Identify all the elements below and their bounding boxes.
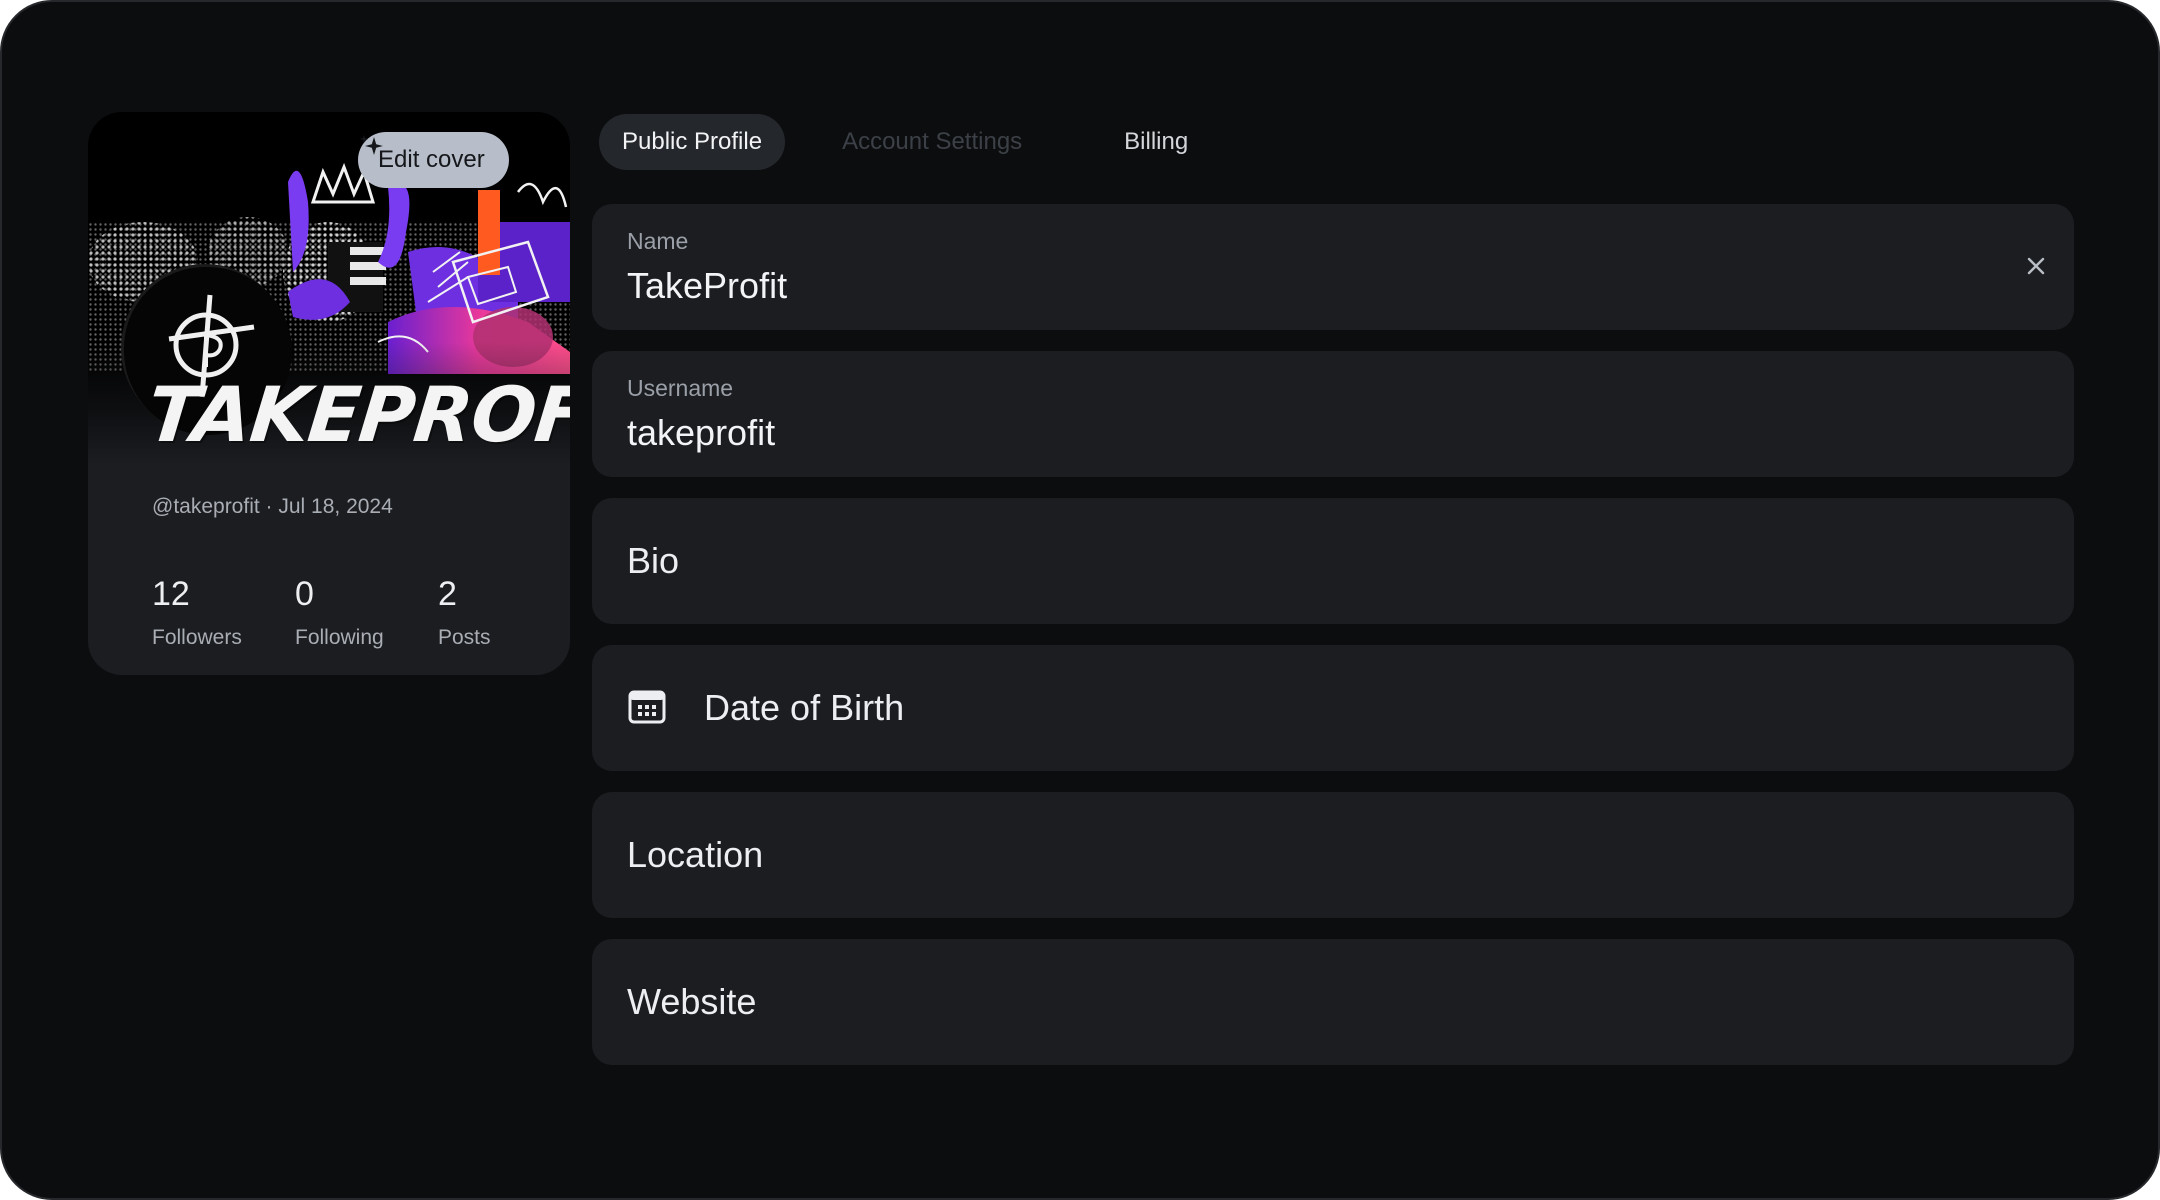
app-window: TAKEPROFIT Edit cover @takeprofit · Jul … bbox=[0, 0, 2160, 1200]
sparkle-icon bbox=[360, 135, 383, 155]
profile-card: TAKEPROFIT Edit cover @takeprofit · Jul … bbox=[88, 112, 570, 675]
name-field-label: Name bbox=[627, 228, 689, 254]
edit-cover-button[interactable]: Edit cover bbox=[358, 132, 509, 188]
stat-label: Following bbox=[295, 626, 384, 649]
username-field-label: Username bbox=[627, 375, 734, 401]
profile-stats: 12 Followers 0 Following 2 Posts bbox=[152, 577, 570, 650]
stat-posts[interactable]: 2 Posts bbox=[438, 577, 570, 650]
date-of-birth-placeholder: Date of Birth bbox=[704, 687, 905, 728]
username-field-value[interactable]: takeprofit bbox=[627, 412, 775, 454]
stat-value: 12 bbox=[152, 575, 190, 613]
handle-and-join-date: @takeprofit · Jul 18, 2024 bbox=[152, 495, 393, 518]
stat-value: 2 bbox=[438, 575, 457, 613]
stat-following[interactable]: 0 Following bbox=[295, 577, 438, 650]
location-placeholder: Location bbox=[627, 834, 764, 875]
tab-account-settings[interactable]: Account Settings bbox=[819, 114, 1045, 170]
website-placeholder: Website bbox=[627, 981, 757, 1022]
stat-followers[interactable]: 12 Followers bbox=[152, 577, 295, 650]
location-field[interactable]: Location bbox=[592, 792, 2074, 918]
calendar-icon bbox=[628, 690, 666, 724]
stat-label: Posts bbox=[438, 626, 491, 649]
tab-billing[interactable]: Billing bbox=[1101, 114, 1211, 170]
website-field[interactable]: Website bbox=[592, 939, 2074, 1065]
date-of-birth-field[interactable]: Date of Birth bbox=[592, 645, 2074, 771]
username-field[interactable]: Username takeprofit bbox=[592, 351, 2074, 477]
bio-placeholder: Bio bbox=[627, 540, 680, 581]
cover-image: TAKEPROFIT Edit cover bbox=[88, 112, 570, 464]
close-icon[interactable] bbox=[2020, 250, 2052, 282]
brand-wordmark: TAKEPROFIT bbox=[143, 370, 570, 459]
stat-label: Followers bbox=[152, 626, 242, 649]
bio-field[interactable]: Bio bbox=[592, 498, 2074, 624]
name-field[interactable]: Name TakeProfit bbox=[592, 204, 2074, 330]
settings-tabs: Public Profile Account Settings Billing bbox=[599, 114, 1211, 170]
edit-cover-label: Edit cover bbox=[378, 146, 485, 173]
tab-public-profile[interactable]: Public Profile bbox=[599, 114, 786, 170]
stat-value: 0 bbox=[295, 575, 314, 613]
name-field-value[interactable]: TakeProfit bbox=[627, 265, 787, 307]
